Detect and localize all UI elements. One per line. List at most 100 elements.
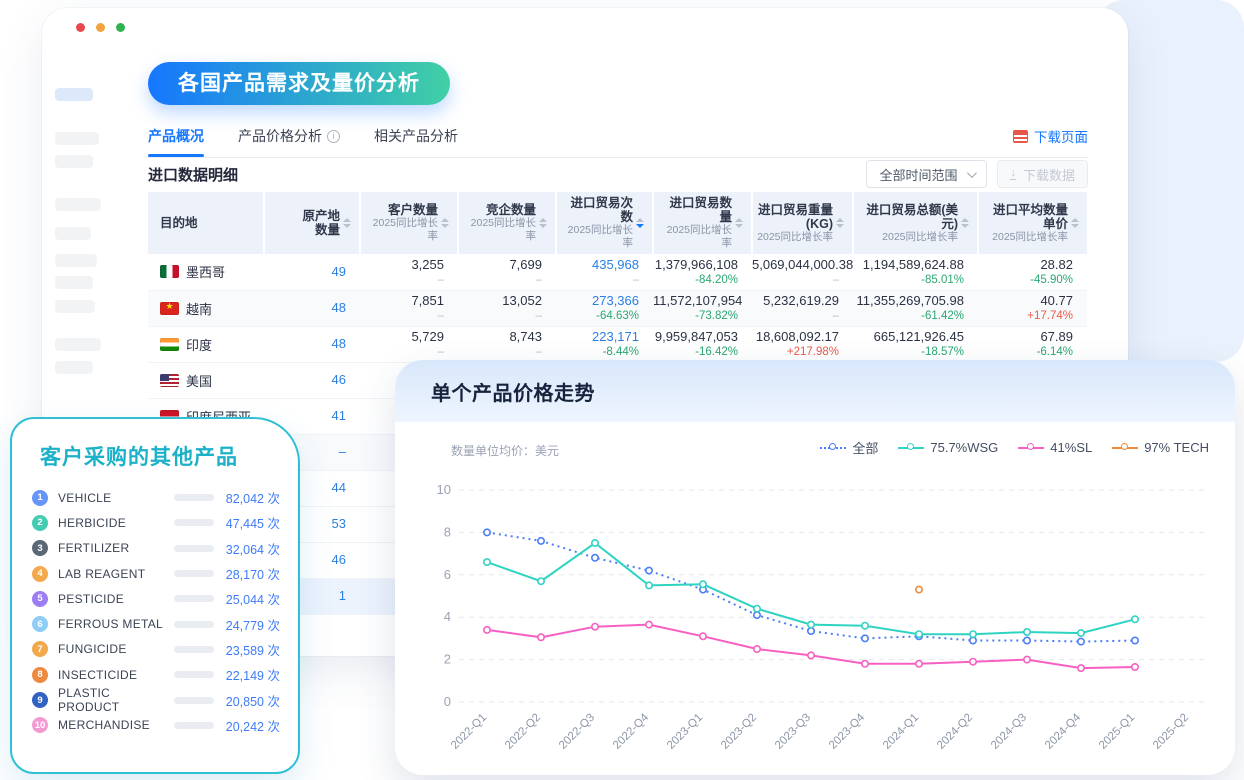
unit-label: 数量单位均价：美元 (451, 442, 559, 459)
sort-up-caret (539, 218, 547, 222)
sort-icon[interactable] (836, 218, 844, 228)
column-title: 进口平均数量单价 (983, 203, 1068, 231)
column-subtitle: 2025同比增长率 (858, 231, 958, 244)
legend-marker (898, 443, 924, 452)
mini-progress-bar (174, 570, 214, 577)
legend-item[interactable]: 75.7%WSG (898, 440, 998, 455)
sort-icon[interactable] (636, 218, 644, 228)
yoy-change: -8.44% (556, 345, 653, 359)
sort-icon[interactable] (735, 218, 743, 228)
destination: 墨西哥 (148, 262, 264, 281)
origin-count[interactable]: 49 (264, 264, 360, 280)
column-header-wrap: 进口贸易总额(美元)2025同比增长率 (854, 203, 977, 244)
data-point (700, 633, 706, 639)
tab-1[interactable]: 产品概况 (148, 126, 204, 156)
sort-icon[interactable] (539, 218, 547, 228)
sort-down-caret (441, 224, 449, 228)
data-point (1024, 656, 1030, 662)
column-header-lines: 进口贸易数量2025同比增长率 (658, 196, 732, 250)
data-point (1078, 630, 1084, 636)
data-cell: 28.82-45.90% (978, 254, 1087, 290)
legend-label: 全部 (852, 438, 878, 457)
country-name: 越南 (186, 299, 212, 318)
data-point (646, 567, 652, 573)
rank-badge: 7 (32, 641, 48, 657)
column-header-wrap: 目的地 (148, 216, 263, 230)
column-title: 进口贸易总额(美元) (858, 203, 958, 231)
cell-value[interactable]: 273,366 (556, 293, 653, 309)
data-cell: 1,194,589,624.88-85.01% (853, 254, 978, 290)
yoy-change: – (458, 273, 556, 287)
legend-item[interactable]: 97% TECH (1112, 440, 1209, 455)
download-page-label: 下载页面 (1034, 126, 1088, 146)
column-subtitle: 2025同比增长率 (757, 231, 833, 244)
window-controls (76, 23, 125, 32)
sort-down-caret (636, 224, 644, 228)
origin-count[interactable]: 46 (264, 372, 360, 388)
column-header: 进口平均数量单价2025同比增长率 (978, 192, 1087, 254)
origin-count-cell: 48 (264, 326, 360, 362)
download-page-button[interactable]: 下载页面 (1013, 126, 1088, 146)
yoy-change: – (458, 345, 556, 359)
purchase-count: 32,064 次 (214, 539, 280, 558)
product-name: MERCHANDISE (58, 718, 150, 732)
origin-count[interactable]: 41 (264, 408, 360, 424)
close-window-icon[interactable] (76, 23, 85, 32)
data-point (646, 621, 652, 627)
data-point (592, 540, 598, 546)
sort-up-caret (735, 218, 743, 222)
data-point (754, 646, 760, 652)
sort-icon[interactable] (1071, 218, 1079, 228)
sort-down-caret (343, 224, 351, 228)
sort-icon[interactable] (343, 218, 351, 228)
cell-value[interactable]: 435,968 (556, 257, 653, 273)
origin-count[interactable]: 48 (264, 336, 360, 352)
column-header-wrap: 原产地数量 (265, 209, 359, 237)
x-tick-label: 2022-Q1 (449, 712, 489, 752)
product-name: PLASTIC PRODUCT (58, 686, 174, 714)
column-subtitle: 2025同比增长率 (561, 224, 633, 250)
data-cell: 11,355,269,705.98-61.42% (853, 290, 978, 326)
data-point (808, 652, 814, 658)
yoy-change: -85.01% (853, 273, 978, 287)
tab-2[interactable]: 产品价格分析i (238, 126, 340, 156)
panel-title: 单个产品价格走势 (431, 377, 595, 406)
purchase-count: 23,589 次 (214, 640, 280, 659)
panel-body: 数量单位均价：美元 全部75.7%WSG41%SL97% TECH 024681… (395, 422, 1235, 775)
legend-item[interactable]: 41%SL (1018, 440, 1092, 455)
legend-label: 97% TECH (1144, 440, 1209, 455)
rank-badge: 10 (32, 717, 48, 733)
sort-up-caret (836, 218, 844, 222)
table-row[interactable]: 越南487,851–13,052–273,366-64.63%11,572,10… (148, 290, 1087, 326)
sort-icon[interactable] (441, 218, 449, 228)
column-header-lines: 竞企数量2025同比增长率 (463, 203, 536, 243)
skeleton-bar (55, 198, 101, 211)
cell-value: 5,729 (360, 329, 458, 345)
data-cell: 9,959,847,053-16.42% (653, 326, 752, 362)
data-point (1024, 629, 1030, 635)
cell-value[interactable]: 223,171 (556, 329, 653, 345)
origin-count[interactable]: 48 (264, 300, 360, 316)
list-item: 9PLASTIC PRODUCT20,850 次 (32, 687, 280, 712)
download-data-button[interactable]: ↓ 下载数据 (997, 160, 1088, 188)
table-row[interactable]: 墨西哥493,255–7,699–435,968–1,379,966,108-8… (148, 254, 1087, 290)
x-tick-label: 2024-Q1 (881, 712, 921, 752)
data-point (916, 631, 922, 637)
legend-item[interactable]: 全部 (820, 438, 878, 457)
time-range-select[interactable]: 全部时间范围 (866, 160, 987, 188)
skeleton-bar (55, 361, 93, 374)
data-point (916, 586, 922, 592)
cell-value: 11,572,107,954 (653, 293, 752, 309)
column-header-wrap: 竞企数量2025同比增长率 (459, 203, 555, 243)
minimize-window-icon[interactable] (96, 23, 105, 32)
maximize-window-icon[interactable] (116, 23, 125, 32)
tab-3[interactable]: 相关产品分析 (374, 126, 458, 156)
in-flag-icon (160, 338, 179, 351)
table-row[interactable]: 印度485,729–8,743–223,171-8.44%9,959,847,0… (148, 326, 1087, 362)
product-name: FERTILIZER (58, 541, 129, 555)
column-header: 进口贸易数量2025同比增长率 (653, 192, 752, 254)
sort-icon[interactable] (961, 218, 969, 228)
y-tick-label: 10 (437, 482, 451, 497)
cell-value: 40.77 (978, 293, 1087, 309)
yoy-change: – (752, 273, 853, 287)
